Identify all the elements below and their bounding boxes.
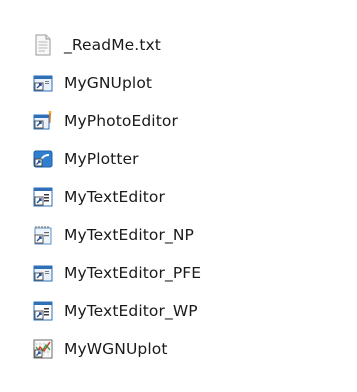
file-name: MyTextEditor bbox=[64, 188, 165, 206]
list-item-myplotter[interactable]: MyPlotter bbox=[32, 140, 342, 178]
file-name: MyTextEditor_PFE bbox=[64, 264, 202, 282]
list-item-myphotoeditor[interactable]: MyPhotoEditor bbox=[32, 102, 342, 140]
list-item-mywgnuplot[interactable]: MyWGNUplot bbox=[32, 330, 342, 368]
file-name: MyPhotoEditor bbox=[64, 112, 178, 130]
list-item-mytexteditor-np[interactable]: MyTextEditor_NP bbox=[32, 216, 342, 254]
shortcut-app-icon bbox=[33, 265, 53, 282]
file-name: MyWGNUplot bbox=[64, 340, 168, 358]
file-name: MyTextEditor_NP bbox=[64, 226, 194, 244]
list-item-readme[interactable]: _ReadMe.txt bbox=[32, 26, 342, 64]
chart-shortcut-icon bbox=[33, 339, 53, 359]
notepad-shortcut-icon bbox=[34, 226, 52, 245]
list-item-mygnuplot[interactable]: MyGNUplot bbox=[32, 64, 342, 102]
shortcut-app-icon bbox=[33, 75, 53, 92]
plotter-shortcut-icon bbox=[33, 150, 53, 168]
file-name: MyGNUplot bbox=[64, 74, 153, 92]
file-name: _ReadMe.txt bbox=[64, 36, 161, 54]
list-item-mytexteditor-pfe[interactable]: MyTextEditor_PFE bbox=[32, 254, 342, 292]
list-item-mytexteditor-wp[interactable]: MyTextEditor_WP bbox=[32, 292, 342, 330]
file-list: _ReadMe.txt MyGNUplot MyPhotoEditor MyPl… bbox=[32, 26, 342, 368]
file-name: MyPlotter bbox=[64, 150, 139, 168]
text-editor-shortcut-icon bbox=[33, 187, 53, 207]
photo-editor-shortcut-icon bbox=[33, 111, 52, 130]
file-name: MyTextEditor_WP bbox=[64, 302, 198, 320]
text-document-icon bbox=[35, 34, 51, 56]
list-item-mytexteditor[interactable]: MyTextEditor bbox=[32, 178, 342, 216]
text-editor-shortcut-icon bbox=[33, 301, 53, 321]
